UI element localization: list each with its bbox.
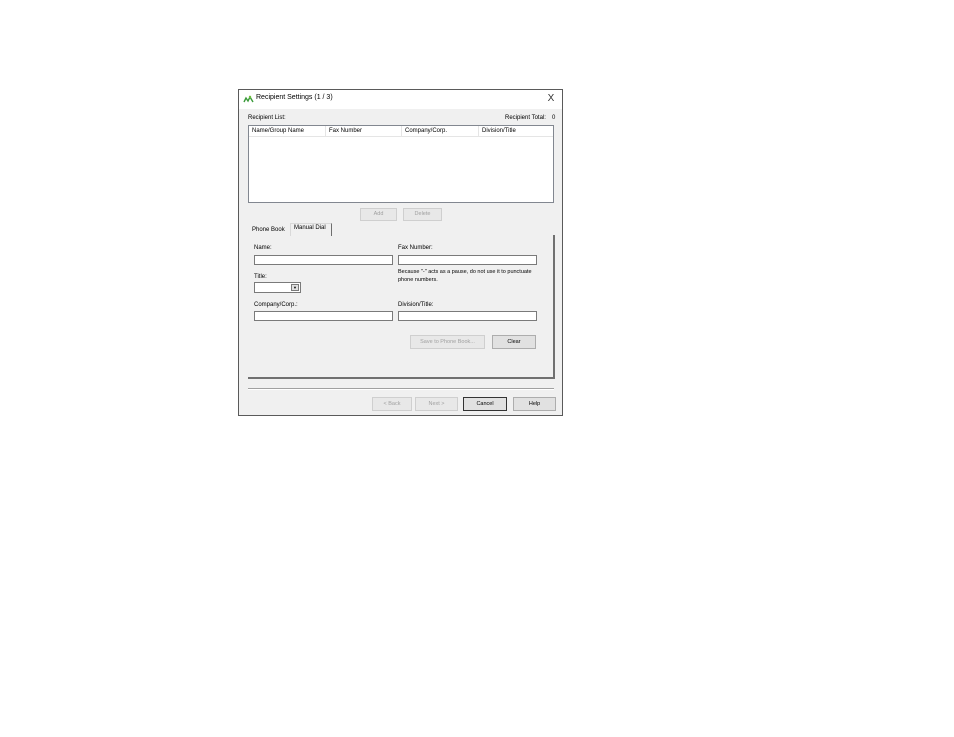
fax-number-note: Because "-" acts as a pause, do not use … [398,269,532,283]
recipient-list[interactable]: Name/Group Name Fax Number Company/Corp.… [248,125,554,203]
column-header-company[interactable]: Company/Corp. [402,126,479,136]
column-header-fax[interactable]: Fax Number [326,126,402,136]
company-input[interactable] [254,311,393,321]
name-input[interactable] [254,255,393,265]
title-label: Title: [254,274,267,280]
division-label: Division/Title: [398,302,434,308]
tab-phone-book[interactable]: Phone Book [252,227,285,233]
dialog-title: Recipient Settings (1 / 3) [256,94,333,101]
tab-manual-dial[interactable]: Manual Dial [294,225,326,231]
recipient-list-label: Recipient List: [248,115,286,121]
chevron-down-icon[interactable]: ▼ [291,284,299,291]
division-input[interactable] [398,311,537,321]
save-to-phone-book-button[interactable]: Save to Phone Book... [410,335,485,349]
clear-button[interactable]: Clear [492,335,536,349]
recipient-settings-dialog: Recipient Settings (1 / 3) X Recipient L… [238,89,563,416]
next-button[interactable]: Next > [415,397,458,411]
title-bar: Recipient Settings (1 / 3) X [239,90,562,109]
column-header-name[interactable]: Name/Group Name [249,126,326,136]
back-button[interactable]: < Back [372,397,412,411]
fax-number-label: Fax Number: [398,245,433,251]
title-select[interactable]: ▼ [254,282,301,293]
add-button[interactable]: Add [360,208,397,221]
column-header-division[interactable]: Division/Title [479,126,553,136]
fax-number-input[interactable] [398,255,537,265]
close-button[interactable]: X [544,91,558,107]
footer-divider [248,388,554,390]
help-button[interactable]: Help [513,397,556,411]
recipient-total-label: Recipient Total: [505,115,546,121]
fax-app-icon [243,95,254,103]
delete-button[interactable]: Delete [403,208,442,221]
recipient-total-value: 0 [552,115,556,121]
company-label: Company/Corp.: [254,302,298,308]
name-label: Name: [254,245,272,251]
cancel-button[interactable]: Cancel [463,397,507,411]
list-header: Name/Group Name Fax Number Company/Corp.… [249,126,553,137]
